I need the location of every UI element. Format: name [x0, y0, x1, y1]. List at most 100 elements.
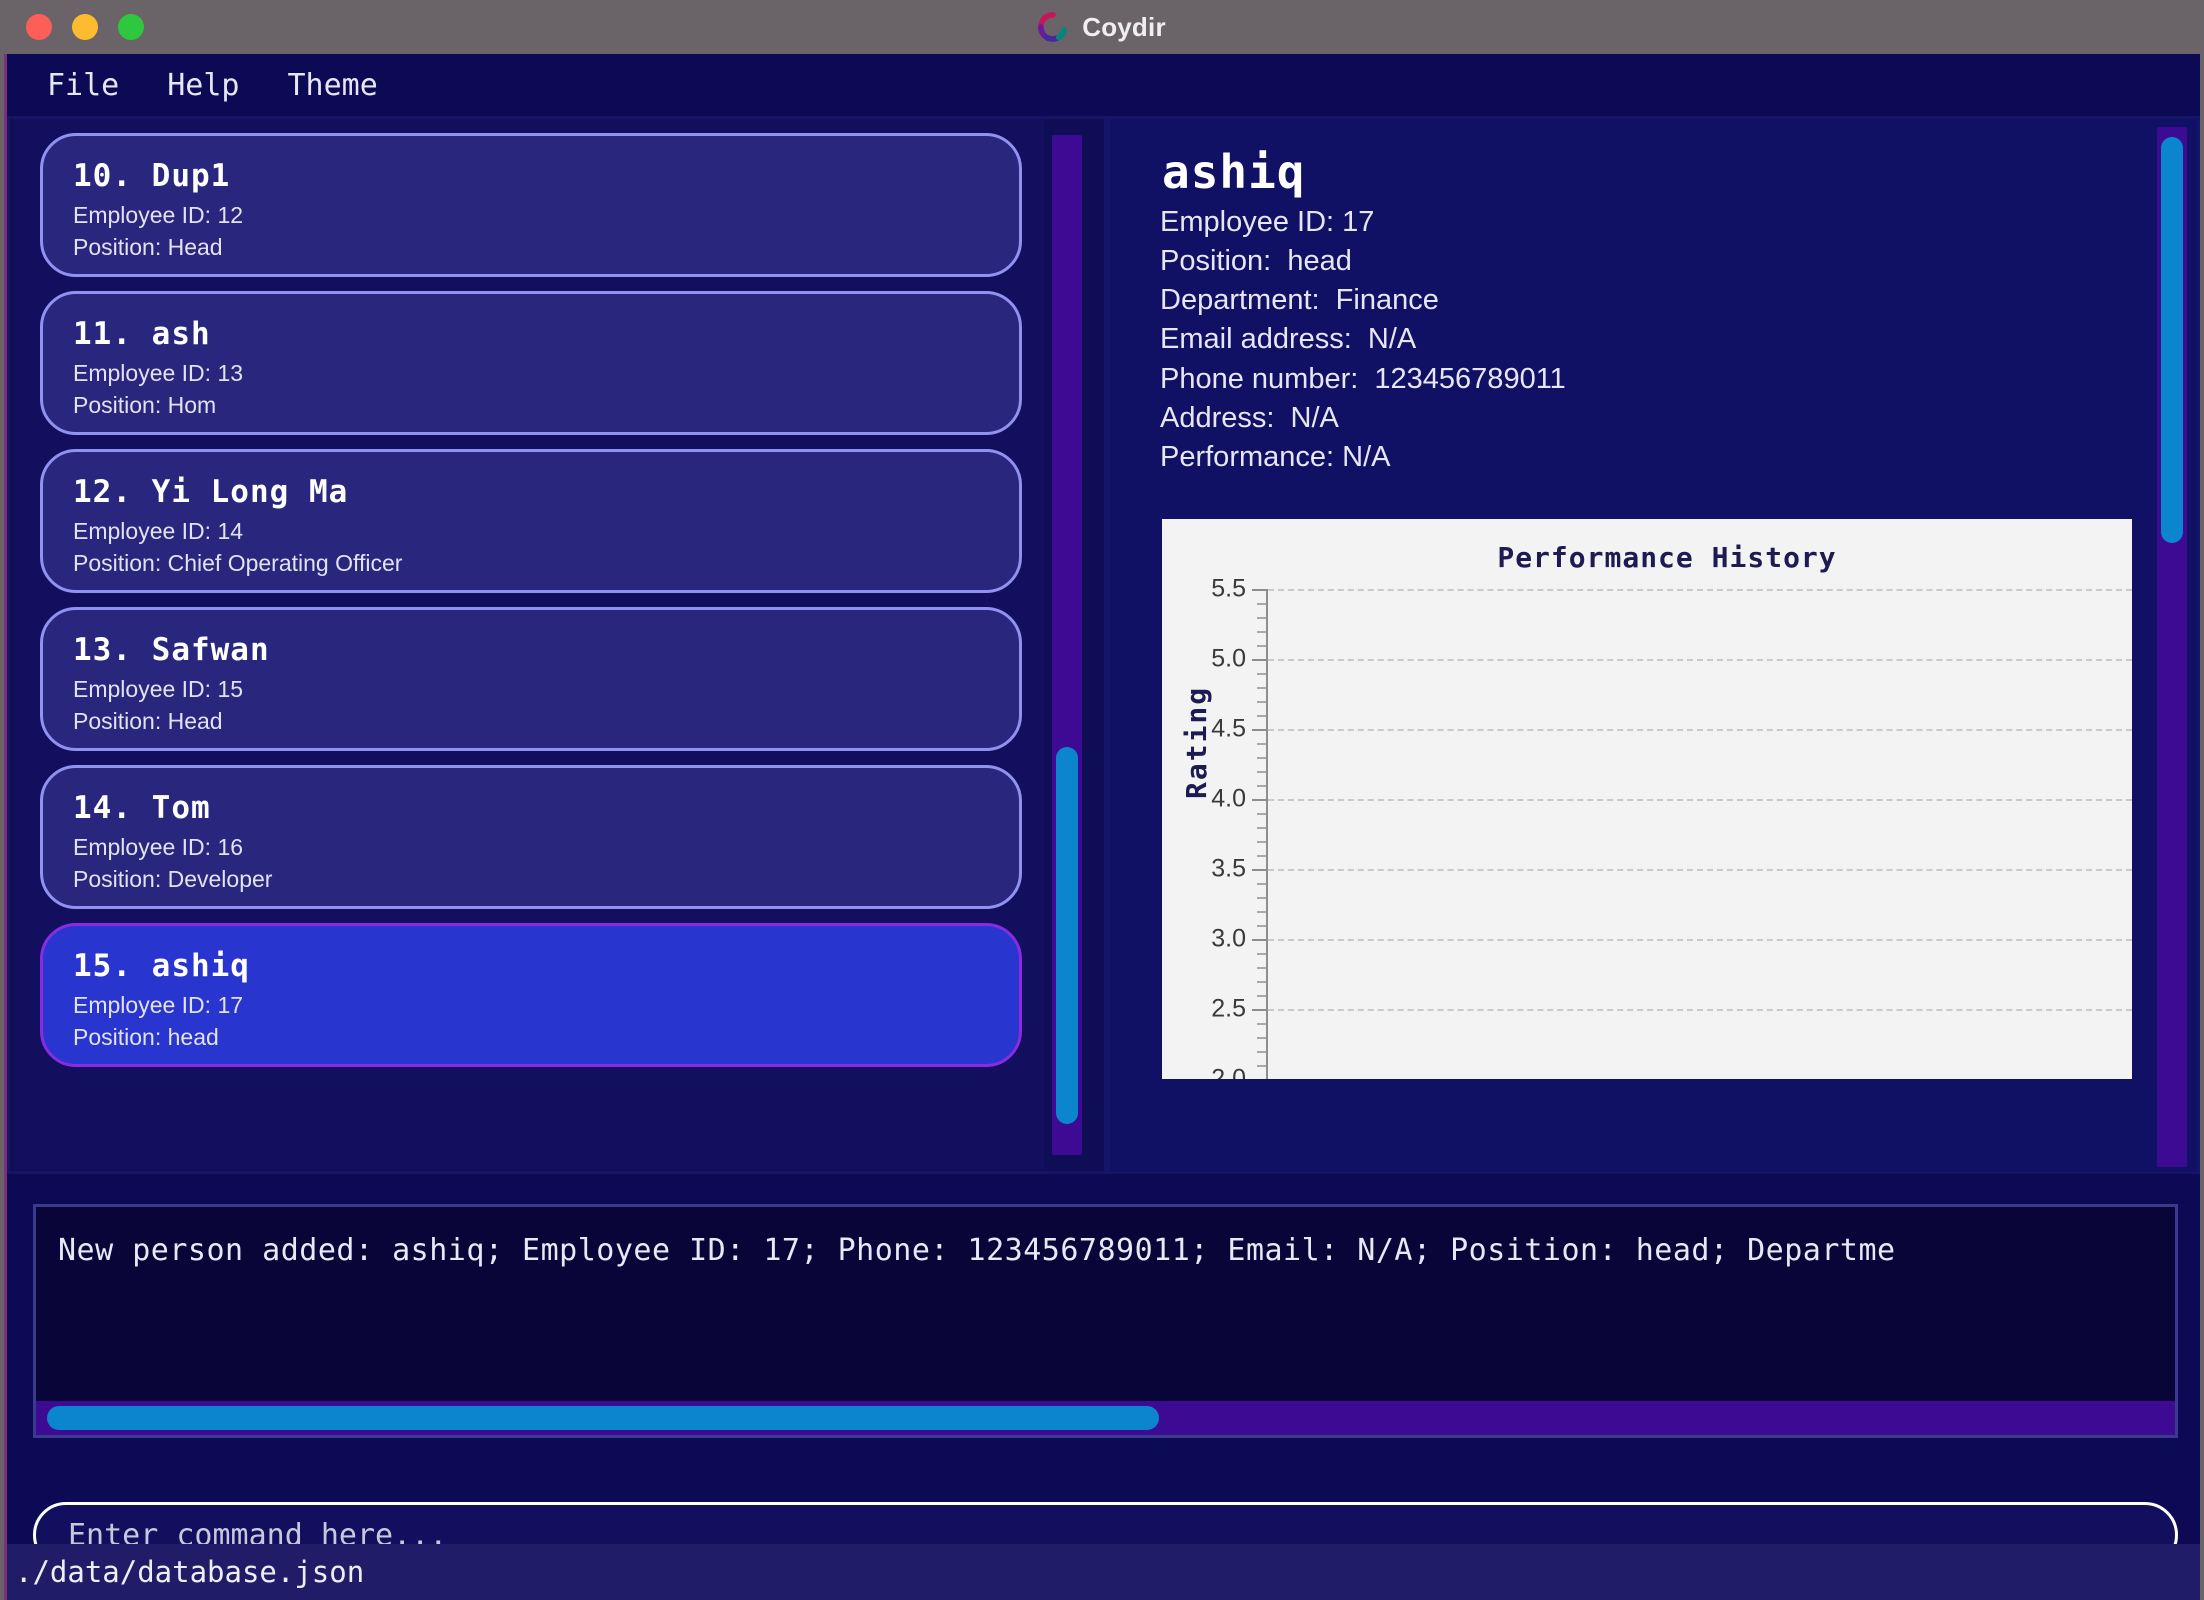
log-output-text: New person added: ashiq; Employee ID: 17… [36, 1207, 2175, 1268]
statusbar: ./data/database.json [7, 1544, 2200, 1600]
chart-y-major-tick [1252, 1009, 1266, 1011]
chart-gridline [1268, 799, 2132, 801]
statusbar-database-path: ./data/database.json [15, 1555, 364, 1589]
chart-y-tick-label: 2.0 [1211, 1065, 1246, 1080]
employee-card-title: 11. ash [73, 316, 989, 352]
main-content: 10. Dup1Employee ID: 12Position: Head11.… [7, 116, 2200, 1174]
log-horizontal-scrollbar-thumb[interactable] [47, 1406, 1159, 1430]
chart-plot-area: 2.02.53.03.54.04.55.05.5 [1266, 589, 2132, 1079]
detail-field: Position: head [1160, 242, 2197, 281]
employee-card-title: 10. Dup1 [73, 158, 989, 194]
detail-panel-scrollbar-thumb[interactable] [2161, 137, 2183, 543]
detail-field: Phone number: 123456789011 [1160, 360, 2197, 399]
chart-y-minor-tick [1257, 981, 1266, 983]
chart-y-minor-tick [1257, 1023, 1266, 1025]
employee-card-id: Employee ID: 16 [73, 832, 989, 864]
employee-card[interactable]: 10. Dup1 Employee ID: 12Position: Head [40, 133, 1022, 277]
log-horizontal-scrollbar[interactable] [36, 1401, 2175, 1435]
employee-card-title: 13. Safwan [73, 632, 989, 668]
detail-field: Performance: N/A [1160, 438, 2197, 477]
employee-card[interactable]: 13. Safwan Employee ID: 15Position: Head [40, 607, 1022, 751]
app-title: Coydir [1082, 12, 1166, 43]
chart-y-minor-tick [1257, 617, 1266, 619]
employee-card[interactable]: 15. ashiq Employee ID: 17Position: head [40, 923, 1022, 1067]
chart-y-minor-tick [1257, 1065, 1266, 1067]
chart-y-minor-tick [1257, 855, 1266, 857]
log-output-panel: New person added: ashiq; Employee ID: 17… [33, 1204, 2178, 1438]
chart-y-minor-tick [1257, 967, 1266, 969]
window-title-center: Coydir [0, 0, 2204, 54]
chart-y-minor-tick [1257, 925, 1266, 927]
chart-y-tick-label: 4.0 [1211, 785, 1246, 814]
employee-list-viewport[interactable]: 10. Dup1Employee ID: 12Position: Head11.… [14, 119, 1044, 1169]
employee-card-title: 15. ashiq [73, 948, 989, 984]
chart-gridline [1268, 729, 2132, 731]
employee-card-id: Employee ID: 17 [73, 990, 989, 1022]
chart-y-major-tick [1252, 869, 1266, 871]
chart-y-major-tick [1252, 729, 1266, 731]
detail-employee-name: ashiq [1162, 145, 2197, 199]
chart-y-tick-label: 3.0 [1211, 925, 1246, 954]
chart-y-minor-tick [1257, 883, 1266, 885]
chart-y-major-tick [1252, 659, 1266, 661]
employee-card-position: Position: Head [73, 232, 989, 264]
chart-y-axis-line [1266, 589, 1268, 1079]
chart-y-tick-label: 2.5 [1211, 995, 1246, 1024]
employee-card[interactable]: 12. Yi Long Ma Employee ID: 14Position: C… [40, 449, 1022, 593]
chart-y-major-tick [1252, 589, 1266, 591]
chart-y-minor-tick [1257, 1037, 1266, 1039]
chart-y-minor-tick [1257, 701, 1266, 703]
employee-card-id: Employee ID: 12 [73, 200, 989, 232]
employee-card-position: Position: Head [73, 706, 989, 738]
employee-card[interactable]: 11. ash Employee ID: 13Position: Hom [40, 291, 1022, 435]
chart-y-minor-tick [1257, 743, 1266, 745]
employee-list-scrollbar-thumb[interactable] [1056, 747, 1078, 1124]
chart-y-minor-tick [1257, 897, 1266, 899]
menu-file[interactable]: File [41, 66, 125, 105]
chart-y-minor-tick [1257, 631, 1266, 633]
chart-y-minor-tick [1257, 995, 1266, 997]
chart-y-minor-tick [1257, 827, 1266, 829]
chart-y-minor-tick [1257, 911, 1266, 913]
chart-y-major-tick [1252, 939, 1266, 941]
chart-y-minor-tick [1257, 771, 1266, 773]
detail-panel-scrollbar[interactable] [2157, 127, 2187, 1167]
chart-y-tick-label: 5.0 [1211, 645, 1246, 674]
coydir-c-logo-icon [1038, 12, 1068, 42]
employee-card-position: Position: Developer [73, 864, 989, 896]
chart-y-minor-tick [1257, 1051, 1266, 1053]
app-body: File Help Theme 10. Dup1Employee ID: 12P… [4, 54, 2200, 1600]
employee-card-title: 12. Yi Long Ma [73, 474, 989, 510]
chart-y-minor-tick [1257, 715, 1266, 717]
employee-card-position: Position: head [73, 1022, 989, 1054]
employee-card-title: 14. Tom [73, 790, 989, 826]
menu-theme[interactable]: Theme [282, 66, 384, 105]
detail-field: Address: N/A [1160, 399, 2197, 438]
chart-y-minor-tick [1257, 603, 1266, 605]
chart-y-minor-tick [1257, 841, 1266, 843]
chart-title: Performance History [1162, 541, 2132, 574]
chart-y-tick-label: 5.5 [1211, 575, 1246, 604]
employee-detail-panel: ashiq Employee ID: 17Position: headDepar… [1107, 116, 2200, 1174]
detail-field: Department: Finance [1160, 281, 2197, 320]
employee-card-id: Employee ID: 15 [73, 674, 989, 706]
employee-card-position: Position: Chief Operating Officer [73, 548, 989, 580]
employee-card-id: Employee ID: 14 [73, 516, 989, 548]
detail-field: Email address: N/A [1160, 320, 2197, 359]
employee-list-panel: 10. Dup1Employee ID: 12Position: Head11.… [7, 116, 1107, 1174]
chart-y-minor-tick [1257, 757, 1266, 759]
performance-history-chart: Performance History Rating 2.02.53.03.54… [1162, 519, 2132, 1079]
chart-y-tick-label: 4.5 [1211, 715, 1246, 744]
chart-gridline [1268, 1009, 2132, 1011]
employee-card-position: Position: Hom [73, 390, 989, 422]
chart-y-axis-label: Rating [1180, 686, 1213, 799]
chart-y-minor-tick [1257, 813, 1266, 815]
chart-y-minor-tick [1257, 673, 1266, 675]
menu-help[interactable]: Help [161, 66, 245, 105]
detail-field-list: Employee ID: 17Position: headDepartment:… [1110, 203, 2197, 477]
chart-y-minor-tick [1257, 785, 1266, 787]
employee-card-id: Employee ID: 13 [73, 358, 989, 390]
employee-list-scrollbar[interactable] [1052, 135, 1082, 1155]
employee-card[interactable]: 14. Tom Employee ID: 16Position: Develope… [40, 765, 1022, 909]
chart-y-tick-label: 3.5 [1211, 855, 1246, 884]
